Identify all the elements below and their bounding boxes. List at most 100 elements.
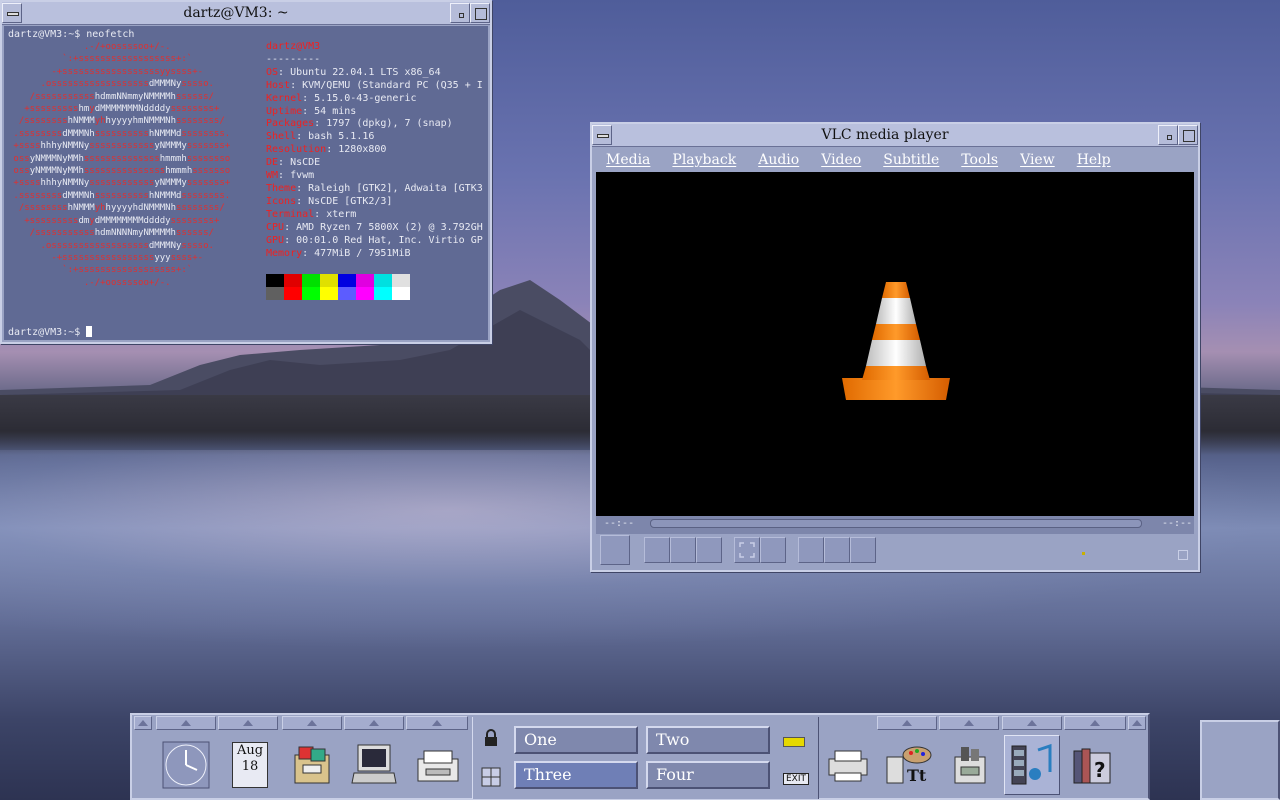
- info-key: Shell: [266, 131, 297, 143]
- clock-icon[interactable]: [158, 735, 214, 795]
- menu-media[interactable]: Media: [596, 152, 662, 168]
- calendar-month: Aug: [236, 743, 264, 758]
- subpanel-arrow[interactable]: [1064, 716, 1126, 730]
- file-manager-icon[interactable]: [284, 735, 340, 795]
- vlc-window[interactable]: VLC media player Media Playback Audio Vi…: [590, 122, 1200, 572]
- next-button[interactable]: [696, 537, 722, 563]
- panel-iconify-button[interactable]: [1128, 716, 1146, 730]
- maximize-button[interactable]: [470, 3, 490, 23]
- menu-playback[interactable]: Playback: [662, 152, 748, 168]
- info-key: Resolution: [266, 144, 327, 156]
- desktop-pager[interactable]: [1200, 720, 1280, 800]
- info-key: GPU: [266, 234, 285, 246]
- palette-swatch: [302, 287, 320, 300]
- subpanel-arrow[interactable]: [406, 716, 468, 730]
- info-value: : 1280x800: [326, 144, 387, 156]
- resize-grip[interactable]: [1178, 550, 1188, 560]
- vlc-cone-icon: [842, 282, 950, 400]
- workspace-three-button[interactable]: Three: [514, 761, 638, 789]
- app-manager-icon[interactable]: [942, 735, 998, 795]
- palette-swatch: [284, 287, 302, 300]
- terminal-content[interactable]: dartz@VM3:~$ neofetch .-/+oossssoo+/-. `…: [4, 26, 488, 340]
- printer-icon[interactable]: [820, 735, 876, 795]
- info-key: CPU: [266, 221, 285, 233]
- play-button[interactable]: [600, 535, 630, 565]
- info-key: Uptime: [266, 105, 303, 117]
- info-value: : 1797 (dpkg), 7 (snap): [314, 118, 453, 130]
- prompt-text: dartz@VM3:~$: [8, 327, 87, 338]
- mailer-icon[interactable]: [410, 735, 466, 795]
- info-key: Icons: [266, 195, 297, 207]
- loop-button[interactable]: [824, 537, 850, 563]
- info-separator: ---------: [266, 53, 321, 65]
- info-value: : 5.15.0-43-generic: [302, 92, 417, 104]
- maximize-button[interactable]: [1178, 125, 1198, 145]
- info-key: Memory: [266, 247, 303, 259]
- subpanel-arrow[interactable]: [344, 716, 404, 730]
- terminal-titlebar[interactable]: dartz@VM3: ~: [2, 2, 490, 25]
- palette-swatch: [320, 274, 338, 287]
- subpanel-arrow[interactable]: [218, 716, 278, 730]
- panel-menu-button[interactable]: [134, 716, 152, 730]
- palette-swatch: [266, 274, 284, 287]
- color-palette: [266, 274, 410, 300]
- palette-swatch: [302, 274, 320, 287]
- minimize-button[interactable]: [450, 3, 470, 23]
- lock-icon[interactable]: [483, 729, 499, 747]
- user-host: dartz@VM3: [266, 41, 321, 52]
- info-key: Kernel: [266, 92, 303, 104]
- subpanel-arrow[interactable]: [939, 716, 999, 730]
- window-list-icon[interactable]: [481, 767, 501, 787]
- total-time: --:--: [1162, 518, 1193, 529]
- info-key: DE: [266, 157, 279, 169]
- palette-swatch: [392, 287, 410, 300]
- palette-swatch: [320, 287, 338, 300]
- extended-settings-button[interactable]: [760, 537, 786, 563]
- subpanel-arrow[interactable]: [1002, 716, 1062, 730]
- vlc-title: VLC media player: [821, 127, 949, 143]
- subpanel-arrow[interactable]: [282, 716, 342, 730]
- menu-audio[interactable]: Audio: [748, 152, 811, 168]
- palette-swatch: [356, 274, 374, 287]
- workspace-four-button[interactable]: Four: [646, 761, 770, 789]
- random-button[interactable]: [850, 537, 876, 563]
- subpanel-arrow[interactable]: [877, 716, 937, 730]
- menu-subtitle[interactable]: Subtitle: [873, 152, 951, 168]
- exit-button[interactable]: EXIT: [783, 773, 810, 785]
- window-menu-button[interactable]: [2, 3, 22, 23]
- previous-button[interactable]: [644, 537, 670, 563]
- terminal-window[interactable]: dartz@VM3: ~ dartz@VM3:~$ neofetch .-/+o…: [0, 0, 492, 344]
- svg-text:Tt: Tt: [907, 766, 927, 785]
- window-menu-button[interactable]: [592, 125, 612, 145]
- palette-swatch: [266, 287, 284, 300]
- fullscreen-button[interactable]: [734, 537, 760, 563]
- menu-video[interactable]: Video: [811, 152, 873, 168]
- volume-indicator[interactable]: [1082, 552, 1085, 555]
- style-manager-icon[interactable]: Tt: [880, 735, 936, 795]
- subpanel-arrow[interactable]: [156, 716, 216, 730]
- info-key: Packages: [266, 118, 315, 130]
- workspace-one-button[interactable]: One: [514, 726, 638, 754]
- prompt-command: dartz@VM3:~$ neofetch: [8, 29, 135, 40]
- menu-tools[interactable]: Tools: [951, 152, 1010, 168]
- info-key: Terminal: [266, 208, 315, 220]
- menu-view[interactable]: View: [1010, 152, 1067, 168]
- media-player-icon[interactable]: [1004, 735, 1060, 795]
- video-area[interactable]: [596, 172, 1194, 516]
- prompt-line[interactable]: dartz@VM3:~$: [8, 326, 93, 339]
- terminal-launcher-icon[interactable]: [346, 735, 402, 795]
- info-value: : xterm: [314, 208, 357, 220]
- palette-swatch: [392, 274, 410, 287]
- info-value: : NsCDE: [278, 157, 321, 169]
- help-icon[interactable]: ?: [1066, 735, 1122, 795]
- calendar-icon[interactable]: Aug 18: [222, 735, 278, 795]
- minimize-button[interactable]: [1158, 125, 1178, 145]
- seek-slider[interactable]: [650, 519, 1142, 528]
- vlc-titlebar[interactable]: VLC media player: [592, 124, 1198, 147]
- workspace-two-button[interactable]: Two: [646, 726, 770, 754]
- seek-row: --:-- --:--: [596, 516, 1194, 534]
- stop-button[interactable]: [670, 537, 696, 563]
- front-panel: Aug 18 One Two Three Four EXIT Tt ?: [130, 713, 1150, 800]
- menu-help[interactable]: Help: [1067, 152, 1123, 168]
- playlist-button[interactable]: [798, 537, 824, 563]
